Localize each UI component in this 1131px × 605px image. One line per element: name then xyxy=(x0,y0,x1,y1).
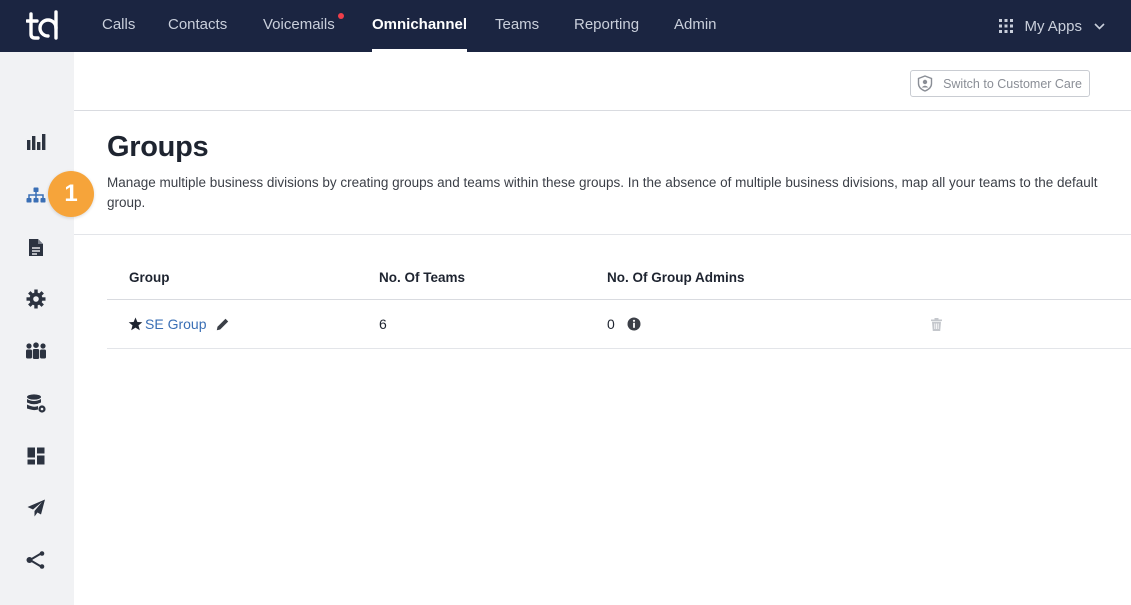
left-sidebar xyxy=(0,52,74,605)
nav-admin[interactable]: Admin xyxy=(674,0,717,52)
bar-chart-icon xyxy=(27,134,46,150)
trash-icon[interactable] xyxy=(931,317,942,331)
nav-teams[interactable]: Teams xyxy=(495,0,539,52)
gear-icon xyxy=(26,289,46,309)
sidebar-item-campaigns[interactable] xyxy=(23,495,49,521)
shield-user-icon xyxy=(917,75,933,92)
org-chart-icon xyxy=(26,187,46,203)
dashboard-icon xyxy=(27,447,45,465)
notification-dot xyxy=(337,13,344,19)
nav-reporting[interactable]: Reporting xyxy=(574,0,639,52)
sidebar-item-data[interactable] xyxy=(23,390,49,416)
step-badge: 1 xyxy=(48,171,94,217)
nav-calls[interactable]: Calls xyxy=(102,0,135,52)
sidebar-item-teams[interactable] xyxy=(23,338,49,364)
td-logo[interactable] xyxy=(26,8,66,42)
info-icon[interactable] xyxy=(627,317,641,331)
sidebar-item-integrations[interactable] xyxy=(23,547,49,573)
database-settings-icon xyxy=(27,393,46,413)
share-icon xyxy=(26,551,45,569)
page-description: Manage multiple business divisions by cr… xyxy=(107,175,1098,210)
nav-voicemails-label: Voicemails xyxy=(263,16,335,33)
teams-count-cell: 6 xyxy=(379,316,387,332)
my-apps-label: My Apps xyxy=(1024,17,1082,35)
group-name-link[interactable]: SE Group xyxy=(145,316,206,332)
chevron-down-icon xyxy=(1094,22,1105,30)
sidebar-item-dashboard[interactable] xyxy=(23,443,49,469)
admins-count: 0 xyxy=(607,316,615,332)
divider xyxy=(74,234,1131,235)
pencil-icon[interactable] xyxy=(216,318,229,331)
column-header-admins[interactable]: No. Of Group Admins xyxy=(607,270,745,285)
top-navigation: Calls Contacts Voicemails Omnichannel Te… xyxy=(0,0,1131,52)
nav-contacts[interactable]: Contacts xyxy=(168,0,227,52)
group-cell: SE Group xyxy=(128,300,229,348)
switch-button-label: Switch to Customer Care xyxy=(943,76,1082,91)
people-icon xyxy=(26,342,46,359)
sidebar-item-groups[interactable] xyxy=(23,182,49,208)
my-apps-menu[interactable]: My Apps xyxy=(999,0,1105,52)
sidebar-item-settings[interactable] xyxy=(23,286,49,312)
table-row: SE Group 6 0 xyxy=(107,300,1131,349)
paper-plane-icon xyxy=(27,499,45,517)
page-header: Switch to Customer Care xyxy=(74,52,1131,111)
page-title: Groups xyxy=(107,131,209,163)
sidebar-item-analytics[interactable] xyxy=(23,129,49,155)
star-icon xyxy=(128,317,143,331)
switch-to-customer-care-button[interactable]: Switch to Customer Care xyxy=(910,70,1090,97)
column-header-teams[interactable]: No. Of Teams xyxy=(379,270,465,285)
column-header-group[interactable]: Group xyxy=(129,270,170,285)
admins-count-cell: 0 xyxy=(607,300,641,348)
apps-grid-icon xyxy=(999,19,1014,33)
sidebar-item-templates[interactable] xyxy=(23,234,49,260)
nav-voicemails[interactable]: Voicemails xyxy=(263,0,344,52)
document-icon xyxy=(29,238,43,256)
nav-omnichannel[interactable]: Omnichannel xyxy=(372,0,468,52)
delete-cell xyxy=(931,300,942,348)
